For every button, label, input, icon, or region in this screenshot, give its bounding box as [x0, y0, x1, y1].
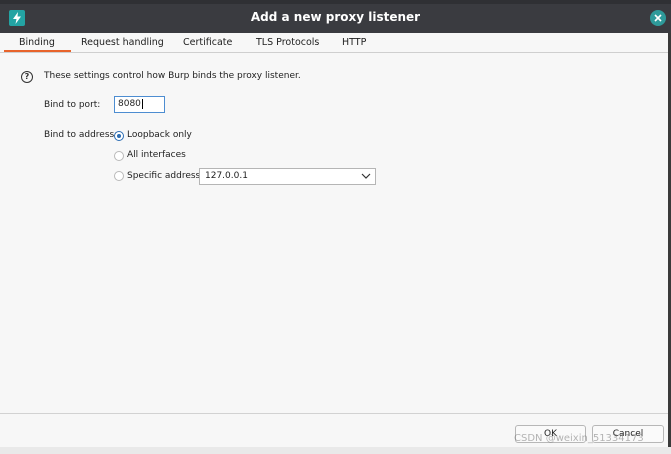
text-caret	[141, 98, 143, 109]
background-window-strip-bottom	[0, 447, 671, 454]
tab-bar: Binding Request handling Certificate TLS…	[0, 33, 671, 53]
specific-address-value: 127.0.0.1	[205, 171, 248, 181]
title-bar: Add a new proxy listener	[0, 0, 671, 33]
loopback-radio[interactable]	[114, 131, 124, 141]
footer-divider	[0, 413, 671, 414]
tab-tls-protocols[interactable]: TLS Protocols	[256, 37, 319, 48]
loopback-label[interactable]: Loopback only	[127, 130, 192, 140]
tab-http[interactable]: HTTP	[342, 37, 366, 48]
dialog-body: Binding Request handling Certificate TLS…	[0, 33, 671, 454]
specific-address-radio[interactable]	[114, 171, 124, 181]
background-window-strip	[0, 0, 671, 4]
bind-port-label: Bind to port:	[44, 100, 101, 110]
port-input[interactable]: 8080	[114, 96, 165, 113]
port-value: 8080	[118, 99, 141, 109]
all-interfaces-label[interactable]: All interfaces	[127, 150, 186, 160]
info-text: These settings control how Burp binds th…	[44, 71, 301, 81]
watermark-text: CSDN @weixin_51334173	[514, 433, 644, 444]
bind-address-label: Bind to address:	[44, 130, 118, 140]
close-icon[interactable]	[650, 10, 666, 26]
tab-certificate[interactable]: Certificate	[183, 37, 232, 48]
chevron-down-icon	[361, 170, 371, 188]
all-interfaces-radio[interactable]	[114, 151, 124, 161]
tab-binding[interactable]: Binding	[4, 37, 71, 52]
specific-address-label[interactable]: Specific address:	[127, 171, 203, 181]
help-icon[interactable]: ?	[21, 71, 33, 83]
tab-request-handling[interactable]: Request handling	[81, 37, 164, 48]
specific-address-select[interactable]: 127.0.0.1	[199, 168, 376, 185]
dialog-title: Add a new proxy listener	[250, 10, 421, 24]
